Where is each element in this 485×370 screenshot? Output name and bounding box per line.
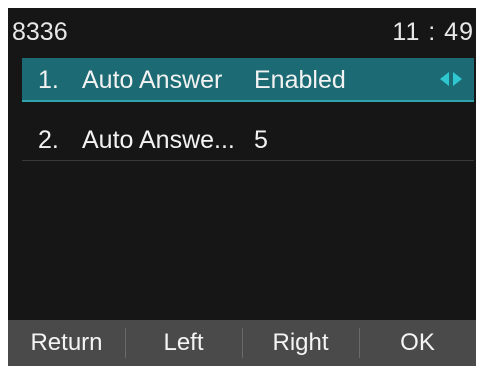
- status-bar: 8336 11 : 49: [8, 8, 476, 56]
- extension-number: 8336: [12, 18, 68, 46]
- left-right-arrows-icon[interactable]: [440, 72, 462, 86]
- softkey-bar: Return Left Right OK: [8, 320, 476, 366]
- menu-item-value: 5: [254, 126, 268, 154]
- return-softkey[interactable]: Return: [8, 320, 125, 366]
- arrow-left-icon[interactable]: [440, 72, 449, 86]
- ok-softkey[interactable]: OK: [359, 320, 476, 366]
- left-softkey[interactable]: Left: [125, 320, 242, 366]
- menu-item-value: Enabled: [254, 66, 346, 94]
- menu-item-label: Auto Answer: [82, 66, 223, 94]
- menu-item-auto-answer[interactable]: 1. Auto Answer Enabled: [22, 58, 474, 102]
- settings-menu: 1. Auto Answer Enabled 2. Auto Answe... …: [22, 58, 474, 177]
- menu-item-index: 1.: [38, 66, 59, 94]
- clock: 11 : 49: [392, 18, 474, 46]
- phone-screen: 8336 11 : 49 1. Auto Answer Enabled 2. A…: [8, 8, 476, 366]
- menu-item-label: Auto Answe...: [82, 126, 235, 154]
- menu-item-auto-answer-delay[interactable]: 2. Auto Answe... 5: [22, 118, 474, 161]
- arrow-right-icon[interactable]: [453, 72, 462, 86]
- right-softkey[interactable]: Right: [242, 320, 359, 366]
- menu-item-index: 2.: [38, 126, 59, 154]
